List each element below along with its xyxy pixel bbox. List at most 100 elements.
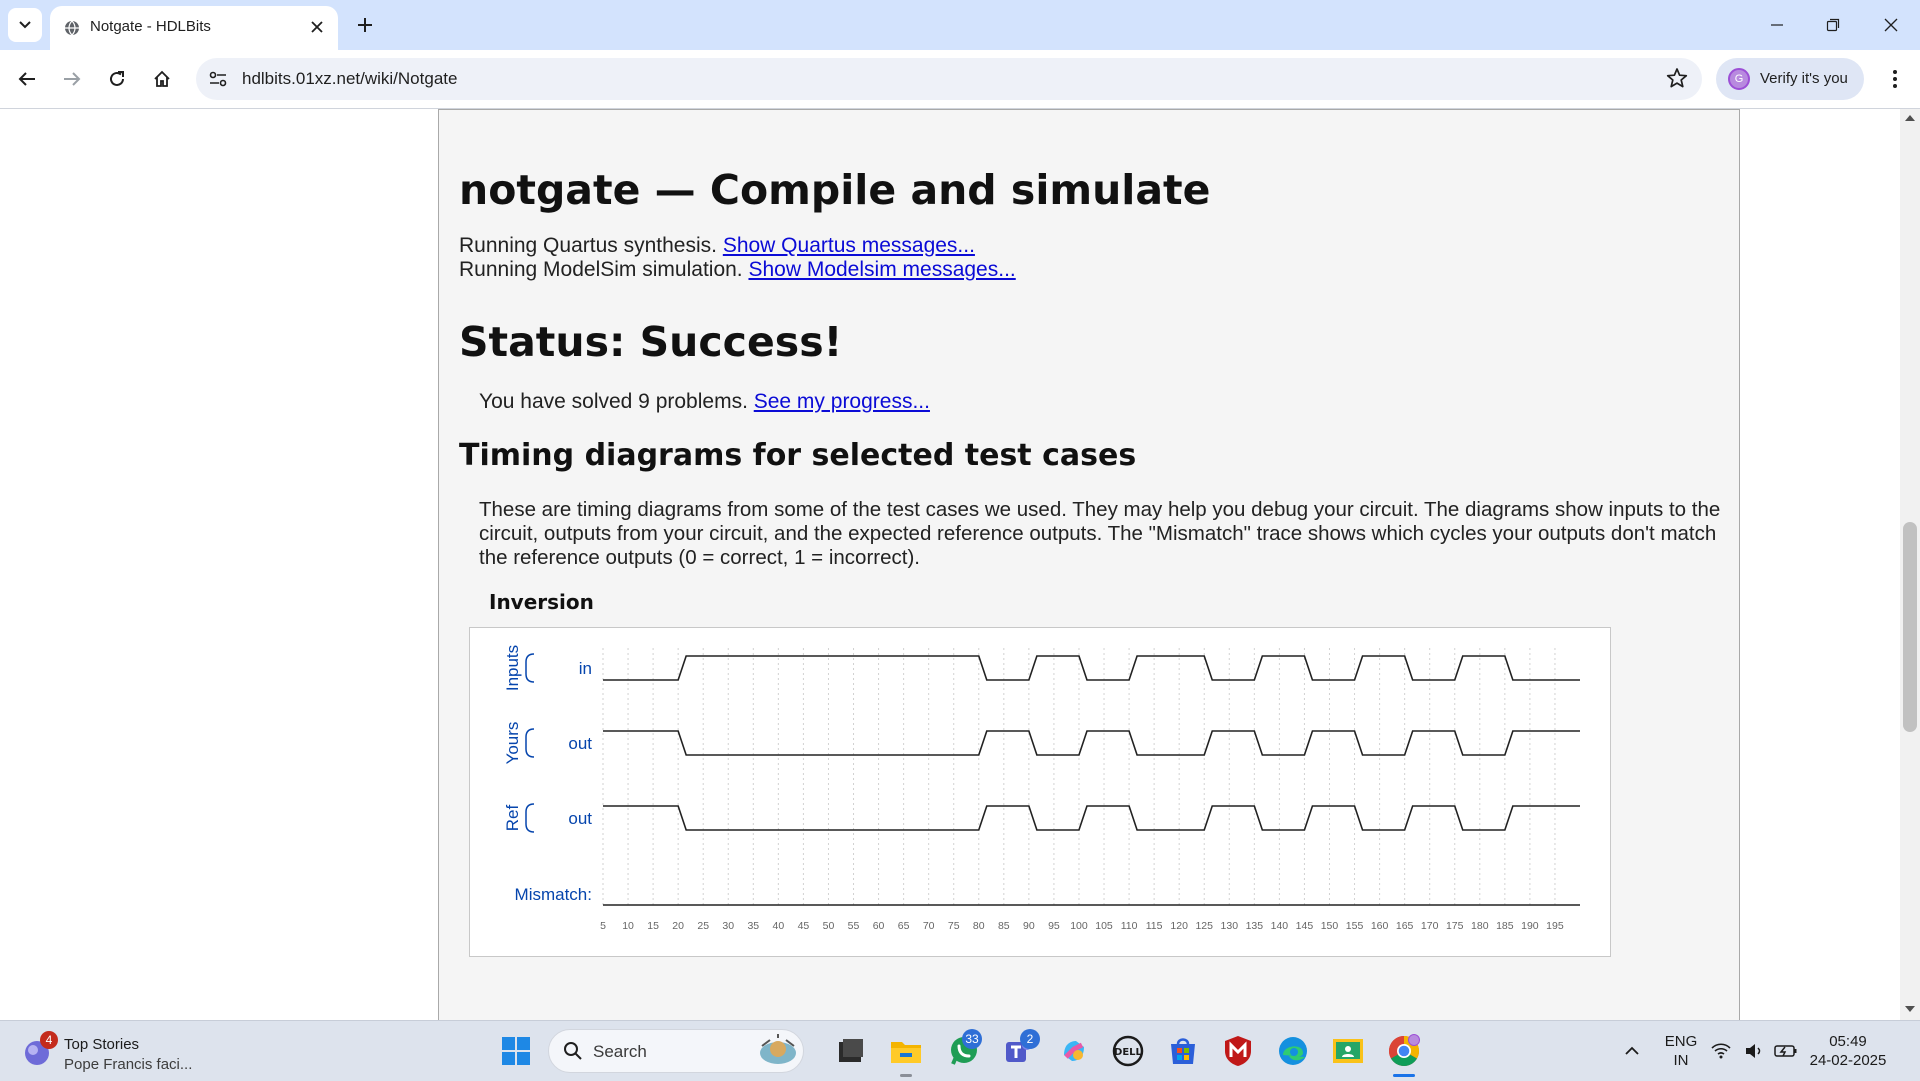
waveform-ref-out <box>603 805 1580 831</box>
minimize-icon <box>1771 24 1783 26</box>
see-my-progress-link[interactable]: See my progress... <box>754 390 930 413</box>
timing-description: These are timing diagrams from some of t… <box>479 498 1721 569</box>
windows-logo-icon <box>502 1037 530 1065</box>
clock[interactable]: 05:49 24-02-2025 <box>1806 1033 1890 1069</box>
time-tick-label: 35 <box>747 920 759 932</box>
timing-diagram-svg: 5 10 15 20 25 30 35 40 45 50 55 60 65 70 75 80 85 90 95 100… <box>503 645 1580 932</box>
back-button[interactable] <box>9 61 45 97</box>
dell-button[interactable]: DELL <box>1110 1033 1146 1069</box>
group-brace <box>525 803 535 833</box>
volume-button[interactable] <box>1742 1033 1766 1069</box>
google-classroom-button[interactable] <box>1330 1033 1366 1069</box>
task-view-icon <box>839 1039 863 1062</box>
battery-button[interactable] <box>1772 1033 1800 1069</box>
signal-label-in: in <box>579 659 592 678</box>
browser-tab-strip: Notgate - HDLBits <box>0 0 1920 50</box>
chrome-button[interactable] <box>1386 1033 1422 1069</box>
start-button[interactable] <box>498 1033 534 1069</box>
signal-label-out: out <box>568 809 592 828</box>
close-tab-icon[interactable] <box>306 16 328 38</box>
home-icon <box>154 70 170 87</box>
time-tick-label: 75 <box>948 920 960 932</box>
forward-button[interactable] <box>54 61 90 97</box>
time-tick-label: 175 <box>1446 920 1464 932</box>
time-tick-label: 65 <box>898 920 910 932</box>
reload-button[interactable] <box>99 61 135 97</box>
minimize-button[interactable] <box>1762 10 1792 40</box>
time-tick-label: 70 <box>923 920 935 932</box>
edge-button[interactable] <box>1275 1033 1311 1069</box>
page-title: notgate — Compile and simulate <box>459 166 1211 214</box>
signal-label-out: out <box>568 734 592 753</box>
site-info-icon[interactable] <box>206 67 230 91</box>
group-label-ref: Ref <box>503 805 522 832</box>
news-widget[interactable]: 4 Top Stories Pope Francis faci... <box>22 1031 222 1073</box>
language-indicator[interactable]: ENG IN <box>1662 1033 1700 1069</box>
timing-diagram: 5 10 15 20 25 30 35 40 45 50 55 60 65 70 75 80 85 90 95 100… <box>469 627 1611 957</box>
timing-heading: Timing diagrams for selected test cases <box>459 438 1137 473</box>
scroll-down-arrow-icon[interactable] <box>1905 1006 1915 1012</box>
show-modelsim-messages-link[interactable]: Show Modelsim messages... <box>748 258 1015 281</box>
bookmark-star-icon[interactable] <box>1666 67 1688 94</box>
scrollbar-thumb[interactable] <box>1903 522 1917 732</box>
copilot-icon <box>1064 1041 1084 1061</box>
taskbar-search-box[interactable]: Search <box>548 1029 804 1073</box>
group-brace <box>525 728 535 758</box>
tab-search-dropdown-button[interactable] <box>8 8 42 42</box>
quartus-text: Running Quartus synthesis. <box>459 234 723 257</box>
solved-line: You have solved 9 problems. See my progr… <box>479 390 930 414</box>
windows-taskbar: 4 Top Stories Pope Francis faci... Searc… <box>0 1020 1920 1081</box>
tab-title: Notgate - HDLBits <box>90 18 211 35</box>
close-window-button[interactable] <box>1876 10 1906 40</box>
time-tick-label: 5 <box>600 920 606 932</box>
time-tick-label: 195 <box>1546 920 1564 932</box>
home-button[interactable] <box>144 61 180 97</box>
reload-icon <box>110 71 124 86</box>
status-heading: Status: Success! <box>459 318 843 366</box>
profile-avatar: G <box>1728 68 1750 90</box>
url-text[interactable]: hdlbits.01xz.net/wiki/Notgate <box>242 69 457 89</box>
search-highlight-icon <box>760 1034 796 1064</box>
taskbar-search-label: Search <box>593 1042 647 1061</box>
content-panel: notgate — Compile and simulate Running Q… <box>438 109 1740 1020</box>
time-tick-label: 160 <box>1371 920 1389 932</box>
time-tick-label: 100 <box>1070 920 1088 932</box>
quartus-line: Running Quartus synthesis. Show Quartus … <box>459 234 975 258</box>
microsoft-store-button[interactable] <box>1165 1033 1201 1069</box>
search-icon <box>564 1042 582 1060</box>
time-tick-label: 150 <box>1321 920 1339 932</box>
task-view-button[interactable] <box>833 1033 869 1069</box>
time-tick-label: 90 <box>1023 920 1035 932</box>
copilot-button[interactable] <box>1056 1033 1092 1069</box>
time-tick-label: 55 <box>848 920 860 932</box>
mcafee-button[interactable] <box>1220 1033 1256 1069</box>
address-bar[interactable]: hdlbits.01xz.net/wiki/Notgate <box>196 58 1702 100</box>
time-tick-label: 105 <box>1095 920 1113 932</box>
show-quartus-messages-link[interactable]: Show Quartus messages... <box>723 234 975 257</box>
wifi-button[interactable] <box>1708 1033 1734 1069</box>
active-tab[interactable]: Notgate - HDLBits <box>50 6 338 50</box>
page-scrollbar[interactable] <box>1900 109 1920 1020</box>
browser-menu-button[interactable] <box>1880 61 1910 97</box>
file-explorer-button[interactable] <box>888 1033 924 1069</box>
profile-verify-button[interactable]: G Verify it's you <box>1716 58 1864 100</box>
more-vertical-icon <box>1893 70 1897 88</box>
mismatch-label: Mismatch: <box>515 885 592 904</box>
time-tick-label: 15 <box>647 920 659 932</box>
teams-badge: 2 <box>1020 1029 1040 1049</box>
battery-icon <box>1774 1045 1797 1057</box>
time-tick-label: 155 <box>1346 920 1364 932</box>
restore-button[interactable] <box>1818 10 1848 40</box>
time-tick-label: 185 <box>1496 920 1514 932</box>
news-badge: 4 <box>40 1031 58 1049</box>
clock-date: 24-02-2025 <box>1809 1052 1887 1069</box>
new-tab-button[interactable] <box>352 12 378 38</box>
arrow-left-icon <box>18 72 35 86</box>
show-hidden-icons-button[interactable] <box>1614 1033 1650 1069</box>
svg-text:DELL: DELL <box>1114 1047 1143 1058</box>
modelsim-text: Running ModelSim simulation. <box>459 258 749 281</box>
solved-text: You have solved 9 problems. <box>479 390 754 413</box>
scroll-up-arrow-icon[interactable] <box>1905 115 1915 121</box>
chrome-icon <box>1388 1034 1420 1067</box>
time-tick-label: 20 <box>672 920 684 932</box>
